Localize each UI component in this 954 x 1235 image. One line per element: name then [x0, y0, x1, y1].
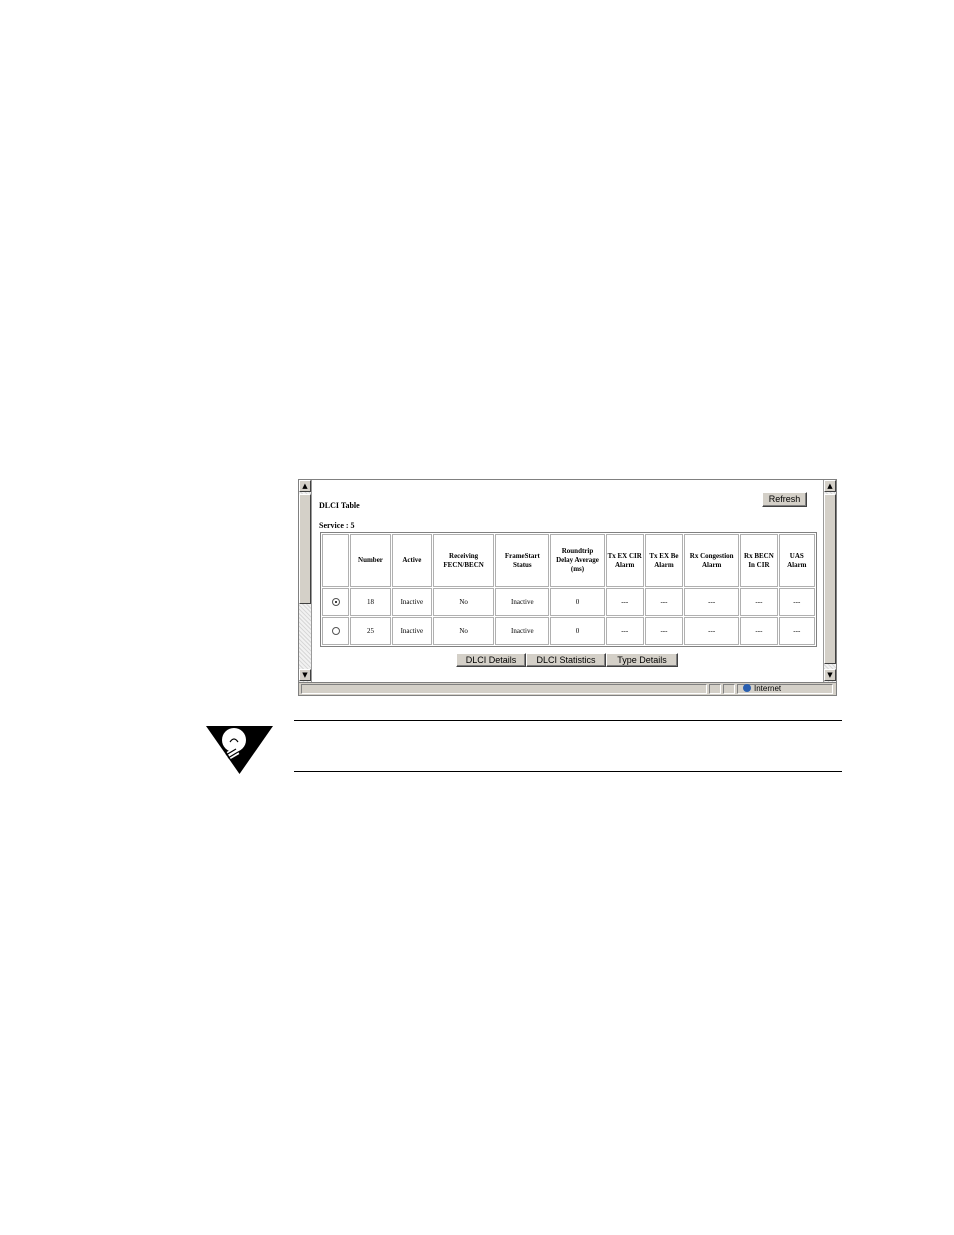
scroll-down-button-left[interactable]: ▼: [299, 669, 311, 681]
scroll-thumb[interactable]: [824, 494, 836, 664]
cell-rx-congestion: ---: [684, 588, 740, 616]
page-content: DLCI Table Service : 5 Refresh Number Ac…: [313, 480, 823, 682]
status-zone: Internet: [743, 684, 781, 694]
lightbulb-icon: [206, 726, 273, 774]
cell-roundtrip: 0: [550, 588, 605, 616]
row-select-cell: [322, 588, 350, 616]
refresh-button[interactable]: Refresh: [762, 492, 807, 507]
status-bar: Internet: [299, 682, 836, 695]
cell-tx-be: ---: [644, 617, 684, 645]
page-title: DLCI Table: [319, 501, 360, 510]
cell-active: Inactive: [391, 617, 433, 645]
scroll-up-button-left[interactable]: ▲: [299, 480, 311, 492]
cell-framestart: Inactive: [495, 617, 550, 645]
browser-window: ▲ ▼ DLCI Table Service : 5 Refresh Numbe…: [298, 479, 837, 696]
left-scrollbar[interactable]: ▲ ▼: [299, 480, 312, 682]
note-bottom-rule: [294, 771, 842, 772]
cell-number: 25: [350, 617, 391, 645]
table-header-row: Number Active Receiving FECN/BECN FrameS…: [322, 534, 815, 587]
header-tx-be: Tx EX Be Alarm: [644, 534, 684, 587]
header-select: [322, 534, 350, 587]
scroll-up-button[interactable]: ▲: [824, 480, 836, 492]
status-panel: [723, 684, 735, 694]
header-rx-congestion: Rx Congestion Alarm: [684, 534, 740, 587]
header-uas: UAS Alarm: [778, 534, 815, 587]
header-active: Active: [391, 534, 433, 587]
header-number: Number: [350, 534, 391, 587]
table-row: 25 Inactive No Inactive 0 --- --- --- --…: [322, 617, 815, 645]
note-top-rule: [294, 720, 842, 721]
header-receiving: Receiving FECN/BECN: [433, 534, 495, 587]
cell-rx-becn: ---: [740, 588, 778, 616]
scroll-thumb-left[interactable]: [299, 494, 311, 604]
row-select-cell: [322, 617, 350, 645]
status-zone-label: Internet: [754, 684, 782, 693]
cell-uas: ---: [778, 588, 815, 616]
scroll-down-button[interactable]: ▼: [824, 669, 836, 681]
cell-tx-cir: ---: [605, 588, 644, 616]
status-panel: [709, 684, 721, 694]
dlci-table: Number Active Receiving FECN/BECN FrameS…: [320, 532, 817, 647]
header-rx-becn: Rx BECN In CIR: [740, 534, 778, 587]
cell-tx-cir: ---: [605, 617, 644, 645]
cell-roundtrip: 0: [550, 617, 605, 645]
cell-number: 18: [350, 588, 391, 616]
cell-rx-becn: ---: [740, 617, 778, 645]
row-radio[interactable]: [331, 627, 340, 636]
dlci-statistics-button[interactable]: DLCI Statistics: [526, 653, 606, 667]
cell-tx-be: ---: [644, 588, 684, 616]
right-scrollbar[interactable]: ▲ ▼: [823, 480, 836, 682]
header-tx-cir: Tx EX CIR Alarm: [605, 534, 644, 587]
globe-icon: [743, 684, 751, 692]
cell-uas: ---: [778, 617, 815, 645]
header-roundtrip: Roundtrip Delay Average (ms): [550, 534, 605, 587]
cell-receiving: No: [433, 617, 495, 645]
row-radio[interactable]: [331, 598, 340, 607]
service-label: Service : 5: [319, 521, 355, 530]
cell-active: Inactive: [391, 588, 433, 616]
dlci-details-button[interactable]: DLCI Details: [456, 653, 526, 667]
cell-framestart: Inactive: [495, 588, 550, 616]
status-panel-main: [301, 684, 707, 694]
table-row: 18 Inactive No Inactive 0 --- --- --- --…: [322, 588, 815, 616]
header-framestart: FrameStart Status: [495, 534, 550, 587]
type-details-button[interactable]: Type Details: [606, 653, 678, 667]
cell-rx-congestion: ---: [684, 617, 740, 645]
cell-receiving: No: [433, 588, 495, 616]
